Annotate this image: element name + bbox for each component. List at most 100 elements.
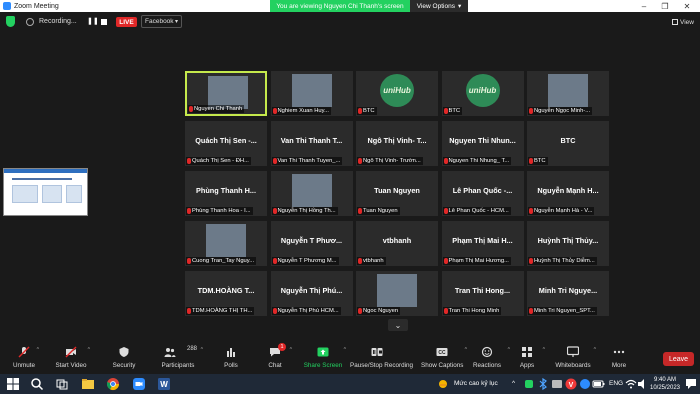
participant-video [377,274,417,307]
chat-button[interactable]: 1 ^ Chat [260,340,292,374]
caret-up-icon[interactable]: ^ [594,347,596,353]
caret-up-icon[interactable]: ^ [88,347,90,353]
show-captions-button[interactable]: CC ^ Show Captions [421,340,467,374]
caret-up-icon[interactable]: ^ [543,347,545,353]
caret-up-icon[interactable]: ^ [37,347,39,353]
vivaldi-icon[interactable]: V [564,377,578,391]
weather-icon[interactable] [436,377,450,391]
apps-button[interactable]: ^ Apps [515,340,545,374]
chat-badge: 1 [278,343,286,351]
shield-icon[interactable] [6,16,15,27]
taskbar-clock[interactable]: 9:40 AM 10/25/2023 [648,376,682,392]
participant-tile-nguyen-thi-hong-th[interactable]: Nguyễn Thị Hồng Th... [270,171,353,216]
caret-up-icon[interactable]: ^ [290,347,292,353]
participant-name-label: TDM.HOÀNG THỊ TH... [192,308,253,314]
stop-recording-icon[interactable] [101,19,107,25]
participants-button[interactable]: 288 ^ Participants [157,340,203,374]
weather-status[interactable]: Mức cao kỷ lục [454,380,498,387]
reactions-label: Reactions [472,362,501,369]
participant-tile-tuan-nguyen[interactable]: Tuan Nguyen Tuan Nguyen [356,171,438,216]
maximize-icon[interactable]: ❐ [655,0,675,12]
participant-name-tag: Phùng Thanh Hoa - I... [186,207,253,215]
start-video-button[interactable]: ^ Start Video [52,340,90,374]
battery-icon[interactable] [592,377,606,391]
notifications-icon[interactable] [684,377,698,391]
chrome-icon[interactable] [106,377,120,391]
participant-tile-ngoc-nguyen[interactable]: Ngoc Nguyen [356,271,438,316]
file-explorer-icon[interactable] [81,377,95,391]
muted-mic-icon [443,308,448,314]
participant-display-name: BTC [560,136,576,145]
participant-name-tag: Nguyễn Thị Phú HCM... [271,307,341,315]
participant-tile-nguyen-thi-phu[interactable]: Nguyễn Thị Phú... Nguyễn Thị Phú HCM... [270,271,353,316]
participant-tile-quach-thi-sen[interactable]: Quách Thị Sen -... Quách Thị Sen - ĐH... [185,121,267,166]
participant-tile-btc-1[interactable]: uniHub BTC [356,71,438,116]
participant-tile-cuong-tran-tay[interactable]: Cuong Tran_Tay Nguy... [185,221,267,266]
zoom-taskbar-icon[interactable] [132,377,146,391]
participant-tile-tdm-hoang[interactable]: TDM.HOÀNG T... TDM.HOÀNG THỊ TH... [185,271,267,316]
share-screen-icon [317,347,329,357]
task-view-icon[interactable] [55,377,69,391]
whiteboards-button[interactable]: ^ Whiteboards [554,340,596,374]
tray-app-icon[interactable] [550,377,564,391]
caret-up-icon[interactable]: ^ [465,347,467,353]
unmute-button[interactable]: ^ Unmute [6,340,42,374]
pause-recording-icon[interactable]: ❚❚ [87,18,99,26]
view-button[interactable]: View [672,16,696,28]
participant-tile-nguyen-thi-nhung[interactable]: Nguyen Thi Nhun... Nguyen Thi Nhung_ T... [441,121,524,166]
participant-name-label: Nguyễn Mạnh Hà - V... [534,208,593,214]
zoom-tray-icon[interactable] [578,377,592,391]
caret-up-icon[interactable]: ^ [201,347,203,353]
minimize-icon[interactable]: – [634,0,654,12]
unihub-logo: uniHub [465,74,500,107]
participant-tile-nguyen-ngoc-minh[interactable]: Nguyễn Ngọc Minh-... [527,71,609,116]
word-icon[interactable]: W [157,377,171,391]
participant-tile-phung-thanh-hoa[interactable]: Phùng Thanh H... Phùng Thanh Hoa - I... [185,171,267,216]
participant-tile-nguyen-manh-ha[interactable]: Nguyễn Mạnh H... Nguyễn Mạnh Hà - V... [527,171,609,216]
participant-tile-btc-3[interactable]: BTC BTC [527,121,609,166]
participant-tile-btc-2[interactable]: uniHub BTC [441,71,524,116]
muted-mic-icon [358,308,362,314]
tray-app-icon[interactable] [522,377,536,391]
chevron-down-icon: ▾ [457,3,462,10]
participant-display-name: vtbhanh [382,236,412,245]
more-button[interactable]: More [606,340,632,374]
participant-tile-huynh-thi-thuy[interactable]: Huỳnh Thị Thủy... Huỳnh Thị Thủy Diễm... [527,221,609,266]
stream-target-select[interactable]: Facebook ▾ [141,15,182,28]
participant-tile-tran-thi-hong[interactable]: Tran Thi Hong... Tran Thi Hong Minh [441,271,524,316]
participant-tile-minh-tri-nguyen[interactable]: Minh Tri Nguye... Minh Tri Nguyen_SPT... [527,271,609,316]
caret-up-icon[interactable]: ^ [508,347,510,353]
participant-tile-le-phan-quoc[interactable]: Lê Phan Quốc -... Lê Phan Quốc - HCM... [441,171,524,216]
bluetooth-icon[interactable] [536,377,550,391]
muted-mic-icon [529,108,533,114]
next-page-button[interactable]: ⌄ [388,319,408,331]
close-icon[interactable]: ✕ [677,0,697,12]
recording-status: Recording... [39,18,77,25]
participant-tile-vtbhanh[interactable]: vtbhanh vtbhanh [356,221,438,266]
polls-button[interactable]: Polls [216,340,246,374]
language-indicator[interactable]: ENG [609,380,623,387]
windows-start-icon[interactable] [6,377,20,391]
participant-tile-nguyen-t-phuong[interactable]: Nguyễn T Phươ... Nguyễn T Phương M... [270,221,353,266]
search-icon[interactable] [30,377,44,391]
muted-mic-icon [187,208,191,214]
view-options-button[interactable]: View Options ▾ [410,0,468,12]
participant-tile-van-thi-thanh[interactable]: Van Thi Thanh T... Van Thi Thanh Tuyen_..… [270,121,353,166]
reactions-button[interactable]: ^ Reactions [470,340,510,374]
live-badge[interactable]: LIVE [116,17,137,27]
caret-up-icon[interactable]: ^ [344,347,346,353]
participant-tile-pham-thi-mai[interactable]: Phạm Thị Mai H... Phạm Thị Mai Hương... [441,221,524,266]
security-button[interactable]: Security [106,340,142,374]
leave-button[interactable]: Leave [663,352,694,366]
chevron-up-icon[interactable]: ^ [512,380,515,387]
participant-display-name: Nguyễn Mạnh H... [537,186,599,195]
participant-tile-nguyen-chi-thanh[interactable]: Nguyen Chi Thanh [185,71,267,116]
participants-label: Participants [161,362,195,369]
participant-tile-nghiem-xuan-huy[interactable]: Nghiem Xuan Huy... [270,71,353,116]
pause-stop-recording-button[interactable]: Pause/Stop Recording [350,340,413,374]
whiteboard-icon [567,346,579,357]
meeting-top-bar: Recording... ❚❚ LIVE Facebook ▾ View [0,12,700,32]
shared-screen-thumbnail[interactable] [3,168,88,216]
participant-tile-ngo-thi-vinh[interactable]: Ngô Thị Vinh- T... Ngô Thị Vinh- Trườn... [356,121,438,166]
share-screen-button[interactable]: ^ Share Screen [302,340,346,374]
